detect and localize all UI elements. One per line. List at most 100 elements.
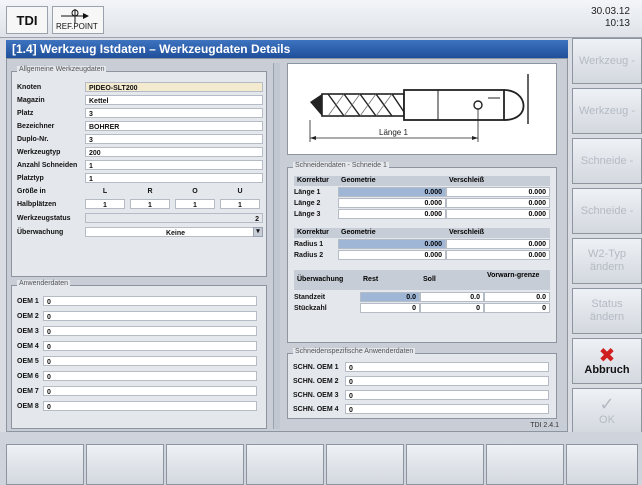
ok-button[interactable]: ✓ OK [572,388,642,434]
wear-laenge-1[interactable]: 0.000 [446,187,550,197]
field-status: 2 [85,213,263,223]
col-header-rest: Rest [360,270,420,290]
geo-laenge-1[interactable]: 0.000 [338,187,446,197]
field-oem-8[interactable]: 0 [43,401,257,411]
groesse-r: R [130,186,170,196]
label: Platz [17,110,34,117]
col-header-verschleiss-2: Verschleiß [446,228,550,238]
softkey-status-aendern[interactable]: Status ändern [572,288,642,334]
wear-radius-1[interactable]: 0.000 [446,239,550,249]
ref-point-indicator: REF.POINT [52,6,104,34]
checkmark-icon: ✓ [599,393,615,415]
field-oem-7[interactable]: 0 [43,386,257,396]
row-status: Werkzeugstatus 2 [17,213,263,224]
field-bezeichner[interactable]: BOHRER [85,121,263,131]
label-standzeit: Standzeit [294,294,326,301]
geo-laenge-3[interactable]: 0.000 [338,209,446,219]
field-schn-oem-1[interactable]: 0 [345,362,549,372]
geo-radius-2[interactable]: 0.000 [338,250,446,260]
ueberwachung-select[interactable]: Keine [85,227,263,237]
softkey-wz-typ-aendern[interactable]: W2-Typ ändern [572,238,642,284]
vertical-scrollbar[interactable] [273,63,280,429]
hsoftkey-3[interactable] [166,444,244,485]
clock: 30.03.12 10:13 [591,6,630,30]
label-radius-2: Radius 2 [294,252,324,259]
col-header-verschleiss: Verschleiß [446,176,550,186]
edge-user-data-panel: Schneidenspezifische Anwenderdaten SCHN.… [287,348,557,419]
label: Magazin [17,97,45,104]
cutting-data-title: Schneidendaten - Schneide 1 [293,162,389,169]
halbplatz-field-3[interactable]: 1 [175,199,215,209]
field-oem-1[interactable]: 0 [43,296,257,306]
row-bezeichner: Bezeichner BOHRER [17,121,263,132]
col-header-geometrie: Geometrie [338,176,446,186]
warn-stueckzahl[interactable]: 0 [484,303,550,313]
row-duplo: Duplo-Nr. 3 [17,134,263,145]
halbplatz-field-1[interactable]: 1 [85,199,125,209]
hsoftkey-1[interactable] [6,444,84,485]
cancel-button[interactable]: ✖ Abbruch [572,338,642,384]
col-header-korrektur: Korrektur [294,176,338,186]
label: Duplo-Nr. [17,136,49,143]
hsoftkey-6[interactable] [406,444,484,485]
row-schn-oem-3: SCHN. OEM 30 [293,390,549,401]
warn-standzeit[interactable]: 0.0 [484,292,550,302]
row-oem-4: OEM 40 [17,341,257,352]
label-laenge-1: Länge 1 [294,189,321,196]
date: 30.03.12 [591,6,630,17]
rest-stueckzahl[interactable]: 0 [360,303,420,313]
field-oem-4[interactable]: 0 [43,341,257,351]
field-oem-2[interactable]: 0 [43,311,257,321]
softkey-werkzeug-next[interactable]: Werkzeug - [572,88,642,134]
field-magazin[interactable]: Kettel [85,95,263,105]
cutting-data-panel: Schneidendaten - Schneide 1 Korrektur Ge… [287,162,557,343]
hsoftkey-8[interactable] [566,444,638,485]
col-header-ueberwachung: Überwachung [294,270,360,290]
field-knoten[interactable]: PIDEO-SLT200 [85,82,263,92]
general-data-panel: Allgemeine Werkzeugdaten Knoten PIDEO-SL… [11,66,267,277]
ok-label: OK [599,413,615,426]
rest-standzeit[interactable]: 0.0 [360,292,420,302]
hsoftkey-2[interactable] [86,444,164,485]
groesse-o: O [175,186,215,196]
geo-laenge-2[interactable]: 0.000 [338,198,446,208]
row-knoten: Knoten PIDEO-SLT200 [17,82,263,93]
row-schn-oem-4: SCHN. OEM 40 [293,404,549,415]
main-content: Allgemeine Werkzeugdaten Knoten PIDEO-SL… [6,58,568,432]
field-oem-5[interactable]: 0 [43,356,257,366]
wear-laenge-3[interactable]: 0.000 [446,209,550,219]
wear-radius-2[interactable]: 0.000 [446,250,550,260]
halbplatz-field-4[interactable]: 1 [220,199,260,209]
label: Platztyp [17,175,44,182]
softkey-werkzeug-prev[interactable]: Werkzeug - [572,38,642,84]
col-header-geometrie-2: Geometrie [338,228,446,238]
field-werkzeugtyp[interactable]: 200 [85,147,263,157]
field-duplo[interactable]: 3 [85,134,263,144]
hsoftkey-7[interactable] [486,444,564,485]
field-oem-6[interactable]: 0 [43,371,257,381]
field-anzahl-schneiden[interactable]: 1 [85,160,263,170]
field-schn-oem-2[interactable]: 0 [345,376,549,386]
hsoftkey-4[interactable] [246,444,324,485]
col-header-vorwarngrenze: Vorwarn-grenze [484,270,550,290]
field-platztyp[interactable]: 1 [85,173,263,183]
row-platztyp: Platztyp 1 [17,173,263,184]
field-oem-3[interactable]: 0 [43,326,257,336]
soll-standzeit[interactable]: 0.0 [420,292,484,302]
general-data-title: Allgemeine Werkzeugdaten [17,66,107,73]
row-oem-2: OEM 20 [17,311,257,322]
field-schn-oem-3[interactable]: 0 [345,390,549,400]
geo-radius-1[interactable]: 0.000 [338,239,446,249]
halbplatz-field-2[interactable]: 1 [130,199,170,209]
tool-drawing-panel: Länge 1 [287,63,557,155]
hsoftkey-5[interactable] [326,444,404,485]
edge-user-data-title: Schneidenspezifische Anwenderdaten [293,348,416,355]
soll-stueckzahl[interactable]: 0 [420,303,484,313]
row-platz: Platz 3 [17,108,263,119]
dropdown-arrow-icon[interactable]: ▾ [253,227,263,237]
softkey-schneide-next[interactable]: Schneide - [572,188,642,234]
softkey-schneide-prev[interactable]: Schneide - [572,138,642,184]
wear-laenge-2[interactable]: 0.000 [446,198,550,208]
field-platz[interactable]: 3 [85,108,263,118]
field-schn-oem-4[interactable]: 0 [345,404,549,414]
